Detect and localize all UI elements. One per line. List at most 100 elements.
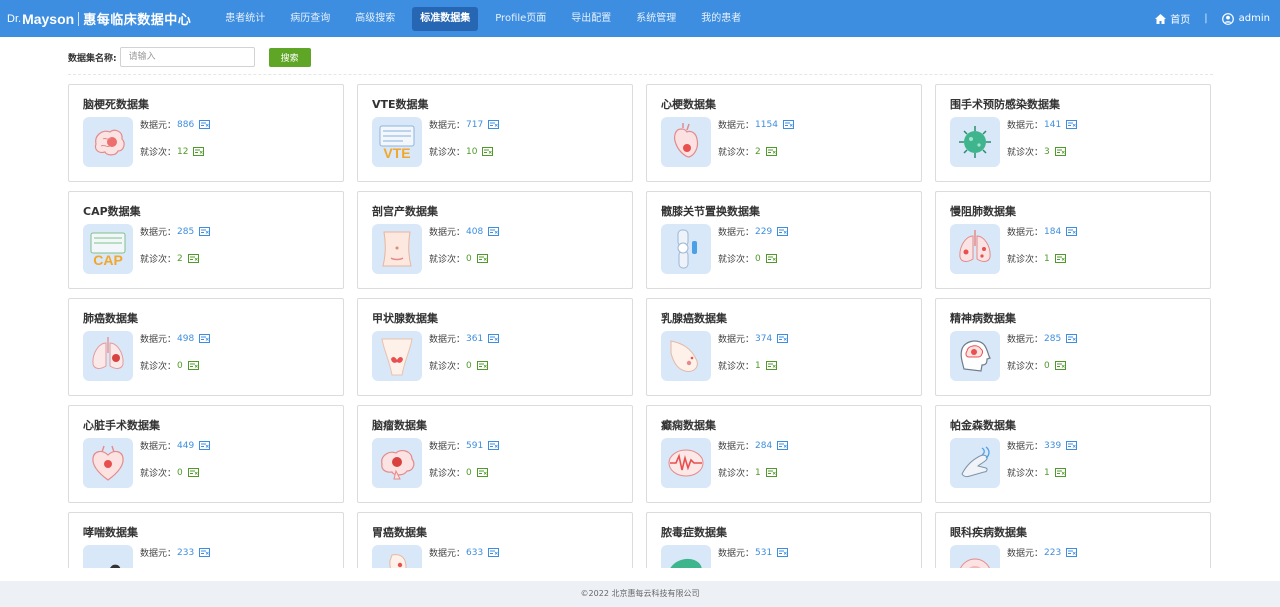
dataset-card[interactable]: 心脏手术数据集 数据元： 449 就诊次： 0: [68, 405, 344, 503]
visits-count[interactable]: 10: [466, 147, 477, 157]
visits-count[interactable]: 12: [177, 147, 188, 157]
data-elements-count[interactable]: 408: [466, 227, 483, 237]
dataset-card[interactable]: 慢阻肺数据集 数据元： 184 就诊次： 1: [935, 191, 1211, 289]
dataset-title[interactable]: 肺癌数据集: [83, 310, 138, 326]
visits-list-icon[interactable]: [187, 468, 199, 477]
data-elements-list-icon[interactable]: [777, 441, 789, 450]
data-elements-count[interactable]: 449: [177, 441, 194, 451]
dataset-title[interactable]: 帕金森数据集: [950, 417, 1016, 433]
visits-list-icon[interactable]: [1054, 361, 1066, 370]
visits-list-icon[interactable]: [765, 254, 777, 263]
dataset-title[interactable]: 胃癌数据集: [372, 524, 427, 540]
visits-count[interactable]: 0: [466, 254, 472, 264]
data-elements-list-icon[interactable]: [488, 120, 500, 129]
dataset-title[interactable]: 慢阻肺数据集: [950, 203, 1016, 219]
visits-count[interactable]: 1: [755, 468, 761, 478]
visits-list-icon[interactable]: [476, 254, 488, 263]
dataset-title[interactable]: 癫痫数据集: [661, 417, 716, 433]
nav-item-advanced-search[interactable]: 高级搜索: [347, 7, 403, 31]
data-elements-count[interactable]: 233: [177, 548, 194, 558]
nav-item-record-query[interactable]: 病历查询: [282, 7, 338, 31]
data-elements-count[interactable]: 285: [1044, 334, 1061, 344]
dataset-card[interactable]: 心梗数据集 数据元： 1154 就诊次： 2: [646, 84, 922, 182]
dataset-card[interactable]: 乳腺癌数据集 数据元： 374 就诊次： 1: [646, 298, 922, 396]
data-elements-list-icon[interactable]: [199, 441, 211, 450]
nav-item-export-config[interactable]: 导出配置: [563, 7, 619, 31]
dataset-card[interactable]: VTE数据集 VTE 数据元： 717 就诊次： 10: [357, 84, 633, 182]
visits-count[interactable]: 2: [177, 254, 183, 264]
search-button[interactable]: 搜索: [268, 47, 311, 67]
nav-item-patient-stats[interactable]: 患者统计: [217, 7, 273, 31]
dataset-card[interactable]: 剖宫产数据集 数据元： 408 就诊次： 0: [357, 191, 633, 289]
data-elements-count[interactable]: 531: [755, 548, 772, 558]
dataset-card[interactable]: 肺癌数据集 数据元： 498 就诊次： 0: [68, 298, 344, 396]
visits-count[interactable]: 0: [1044, 361, 1050, 371]
visits-count[interactable]: 3: [1044, 147, 1050, 157]
data-elements-list-icon[interactable]: [1066, 120, 1078, 129]
data-elements-list-icon[interactable]: [488, 548, 500, 557]
data-elements-list-icon[interactable]: [488, 227, 500, 236]
data-elements-count[interactable]: 886: [177, 120, 194, 130]
visits-list-icon[interactable]: [1054, 147, 1066, 156]
dataset-card[interactable]: 帕金森数据集 数据元： 339 就诊次： 1: [935, 405, 1211, 503]
visits-count[interactable]: 2: [755, 147, 761, 157]
dataset-card[interactable]: 哮喘数据集 数据元： 233: [68, 512, 344, 568]
visits-count[interactable]: 0: [466, 468, 472, 478]
dataset-card[interactable]: 眼科疾病数据集 数据元： 223: [935, 512, 1211, 568]
dataset-card[interactable]: 精神病数据集 数据元： 285 就诊次： 0: [935, 298, 1211, 396]
dataset-card[interactable]: 癫痫数据集 数据元： 284 就诊次： 1: [646, 405, 922, 503]
dataset-name-input[interactable]: [119, 47, 255, 67]
brand-logo[interactable]: Dr. Mayson 惠每临床数据中心: [7, 0, 191, 37]
dataset-title[interactable]: CAP数据集: [83, 203, 141, 219]
data-elements-list-icon[interactable]: [1066, 227, 1078, 236]
nav-item-system-admin[interactable]: 系统管理: [628, 7, 684, 31]
nav-item-profile[interactable]: Profile页面: [487, 7, 554, 31]
dataset-title[interactable]: 脑梗死数据集: [83, 96, 149, 112]
visits-list-icon[interactable]: [765, 361, 777, 370]
data-elements-count[interactable]: 285: [177, 227, 194, 237]
data-elements-count[interactable]: 223: [1044, 548, 1061, 558]
dataset-title[interactable]: 眼科疾病数据集: [950, 524, 1027, 540]
data-elements-list-icon[interactable]: [777, 334, 789, 343]
visits-list-icon[interactable]: [1054, 254, 1066, 263]
visits-count[interactable]: 1: [1044, 468, 1050, 478]
dataset-title[interactable]: 精神病数据集: [950, 310, 1016, 326]
visits-list-icon[interactable]: [193, 147, 205, 156]
data-elements-count[interactable]: 591: [466, 441, 483, 451]
data-elements-count[interactable]: 229: [755, 227, 772, 237]
visits-list-icon[interactable]: [187, 361, 199, 370]
dataset-title[interactable]: 哮喘数据集: [83, 524, 138, 540]
data-elements-list-icon[interactable]: [199, 227, 211, 236]
dataset-title[interactable]: 脑瘤数据集: [372, 417, 427, 433]
data-elements-list-icon[interactable]: [782, 120, 794, 129]
visits-count[interactable]: 1: [755, 361, 761, 371]
data-elements-count[interactable]: 498: [177, 334, 194, 344]
dataset-title[interactable]: 髋膝关节置换数据集: [661, 203, 760, 219]
data-elements-list-icon[interactable]: [777, 548, 789, 557]
dataset-title[interactable]: 心脏手术数据集: [83, 417, 160, 433]
nav-item-standard-datasets[interactable]: 标准数据集: [412, 6, 479, 31]
visits-count[interactable]: 0: [755, 254, 761, 264]
dataset-card[interactable]: 脑梗死数据集 数据元： 886 就诊次： 12: [68, 84, 344, 182]
data-elements-count[interactable]: 184: [1044, 227, 1061, 237]
data-elements-count[interactable]: 339: [1044, 441, 1061, 451]
data-elements-count[interactable]: 633: [466, 548, 483, 558]
data-elements-list-icon[interactable]: [488, 441, 500, 450]
data-elements-count[interactable]: 141: [1044, 120, 1061, 130]
dataset-title[interactable]: 剖宫产数据集: [372, 203, 438, 219]
visits-count[interactable]: 1: [1044, 254, 1050, 264]
data-elements-count[interactable]: 284: [755, 441, 772, 451]
data-elements-list-icon[interactable]: [1066, 334, 1078, 343]
nav-item-my-patients[interactable]: 我的患者: [693, 7, 749, 31]
user-menu[interactable]: admin: [1221, 12, 1270, 25]
visits-list-icon[interactable]: [482, 147, 494, 156]
dataset-card[interactable]: CAP数据集 CAP 数据元： 285 就诊次： 2: [68, 191, 344, 289]
visits-count[interactable]: 0: [466, 361, 472, 371]
visits-list-icon[interactable]: [476, 361, 488, 370]
data-elements-list-icon[interactable]: [488, 334, 500, 343]
data-elements-list-icon[interactable]: [1066, 548, 1078, 557]
data-elements-count[interactable]: 1154: [755, 120, 778, 130]
data-elements-count[interactable]: 361: [466, 334, 483, 344]
data-elements-list-icon[interactable]: [199, 334, 211, 343]
dataset-card[interactable]: 脓毒症数据集 数据元： 531: [646, 512, 922, 568]
